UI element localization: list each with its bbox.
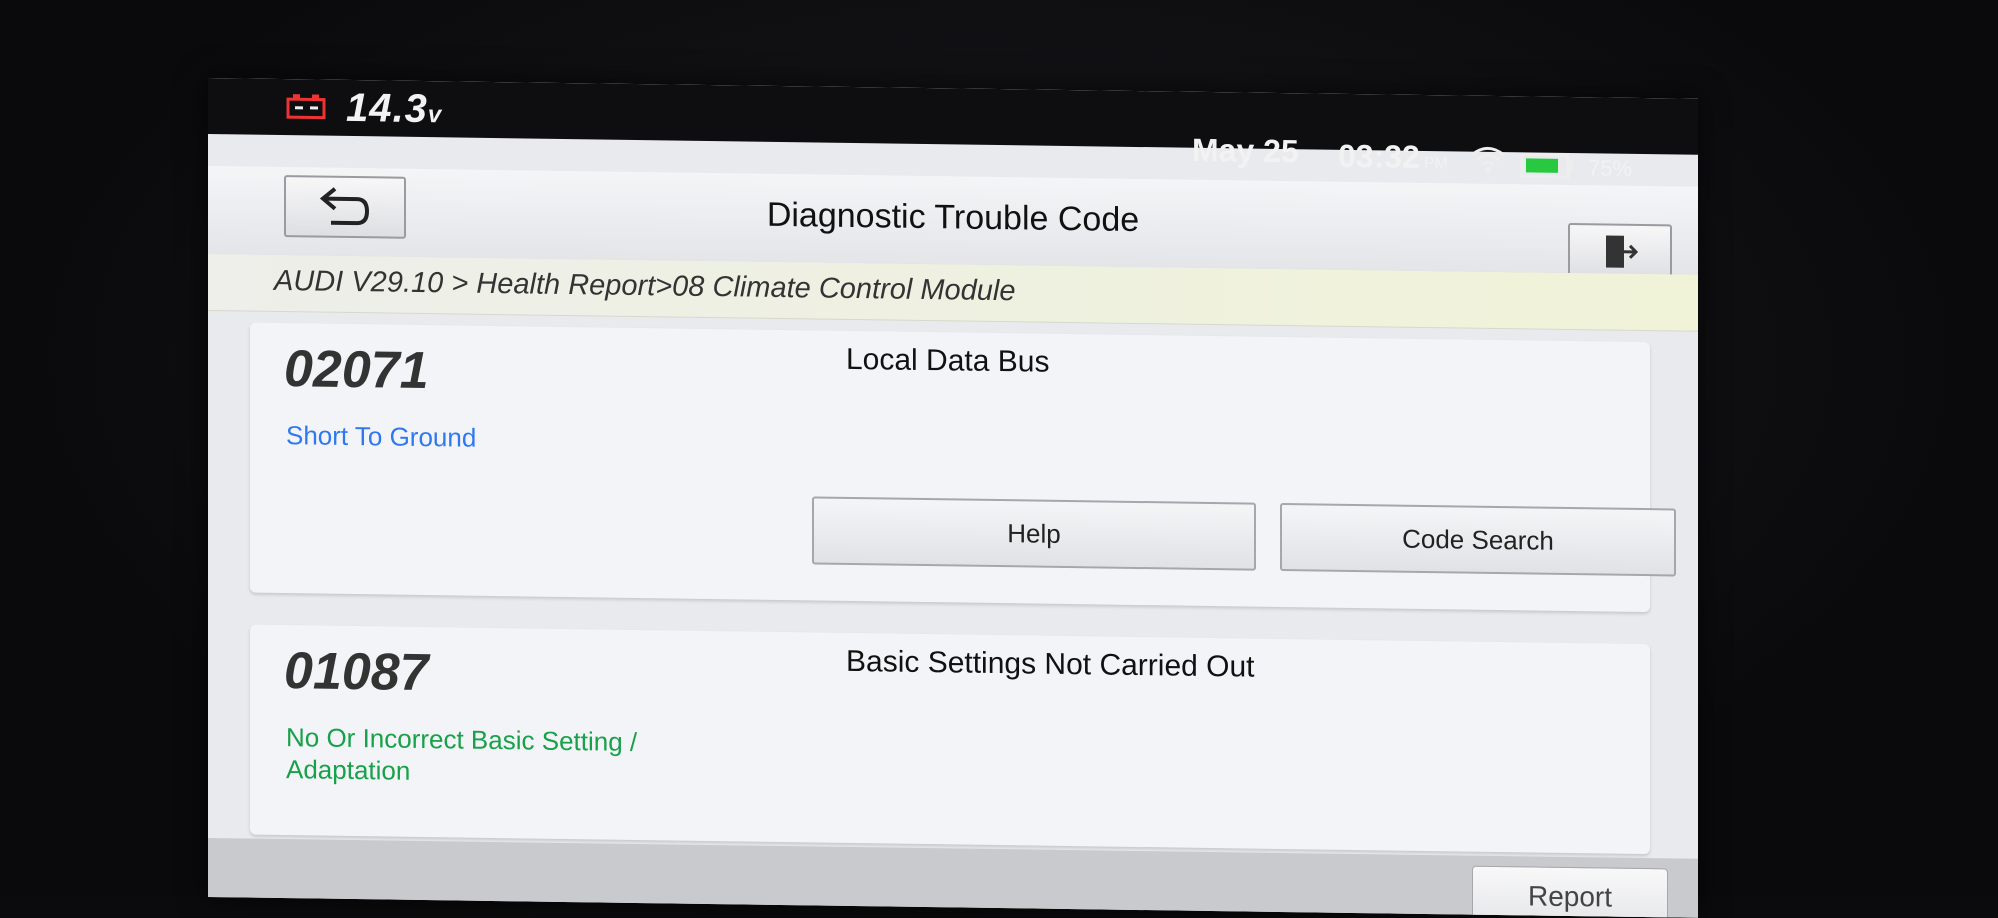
dtc-status: Short To Ground bbox=[286, 420, 477, 453]
dtc-status: No Or Incorrect Basic Setting / Adaptati… bbox=[286, 722, 638, 786]
wifi-icon bbox=[1471, 146, 1505, 173]
device-screen: 14.3v May 25 03:32 PM 75% Diagnostic Trou… bbox=[208, 78, 1698, 918]
battery-percent: 75% bbox=[1588, 155, 1633, 181]
status-date: May 25 bbox=[1192, 131, 1299, 170]
dtc-code: 01087 bbox=[284, 642, 429, 703]
dtc-list-item[interactable]: 02071 Local Data Bus Short To Ground Hel… bbox=[250, 322, 1676, 613]
exit-button[interactable] bbox=[1568, 222, 1672, 281]
code-search-button[interactable]: Code Search bbox=[1280, 502, 1676, 577]
dtc-description: Local Data Bus bbox=[846, 342, 1050, 379]
status-time: 03:32 PM bbox=[1338, 137, 1448, 175]
voltage-readout: 14.3v bbox=[346, 85, 443, 132]
exit-door-icon bbox=[1606, 235, 1639, 268]
dtc-description: Basic Settings Not Carried Out bbox=[846, 644, 1255, 684]
battery-icon bbox=[1520, 152, 1573, 179]
page-title: Diagnostic Trouble Code bbox=[766, 195, 1140, 240]
car-battery-icon bbox=[286, 94, 326, 120]
dtc-code: 02071 bbox=[284, 340, 429, 401]
report-button[interactable]: Report bbox=[1472, 865, 1668, 918]
help-button[interactable]: Help bbox=[812, 496, 1256, 571]
breadcrumb-path: AUDI V29.10 > Health Report>08 Climate C… bbox=[274, 264, 1016, 308]
dtc-list-item[interactable]: 01087 Basic Settings Not Carried Out No … bbox=[250, 624, 1650, 855]
